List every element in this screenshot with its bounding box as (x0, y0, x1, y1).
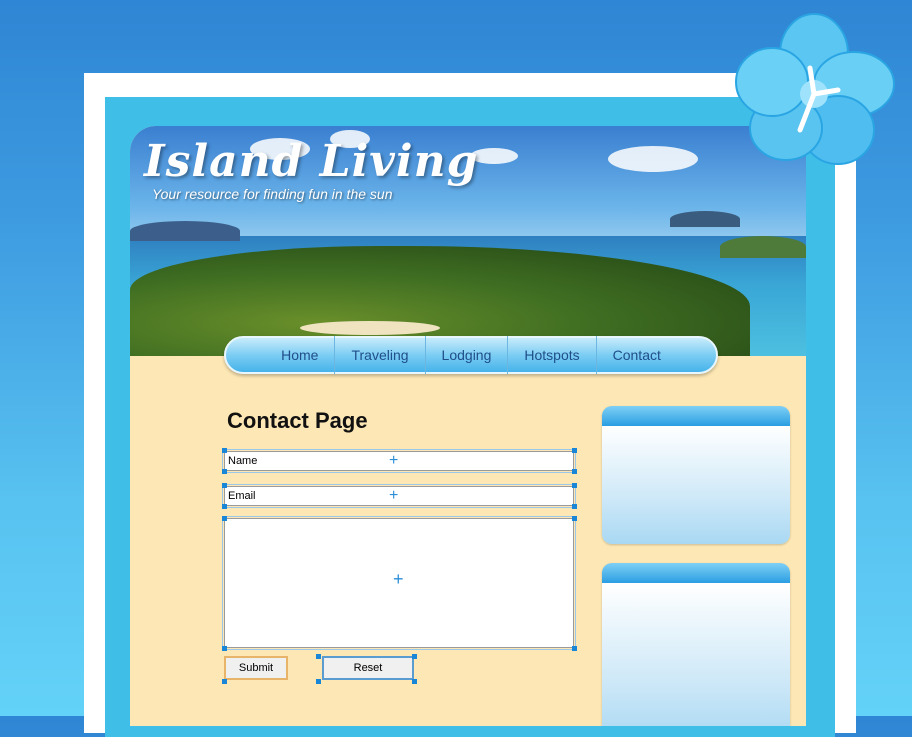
selection-handle[interactable] (412, 654, 417, 659)
hibiscus-flower-icon (735, 13, 895, 165)
crosshair-icon: + (389, 452, 399, 469)
name-field-text: Name (228, 455, 258, 467)
nav-traveling[interactable]: Traveling (334, 336, 424, 374)
selection-handle[interactable] (412, 679, 417, 684)
crosshair-icon: + (389, 487, 399, 504)
reset-button[interactable]: Reset (322, 656, 414, 680)
site-logo-title: Island Living (144, 136, 479, 187)
main-navigation: Home Traveling Lodging Hotspots Contact (224, 336, 718, 374)
sidebar-box-header (602, 406, 790, 426)
distant-island (130, 221, 240, 241)
email-field[interactable]: Email + (222, 484, 576, 508)
website-page: Island Living Your resource for finding … (130, 126, 806, 726)
nav-contact[interactable]: Contact (595, 336, 677, 374)
crosshair-icon: + (393, 569, 404, 589)
header-banner: Island Living Your resource for finding … (130, 126, 806, 356)
selection-handle[interactable] (222, 679, 227, 684)
cloud (608, 146, 698, 172)
nav-hotspots[interactable]: Hotspots (507, 336, 595, 374)
submit-button[interactable]: Submit (224, 656, 288, 680)
selection-handle[interactable] (572, 646, 577, 651)
selection-handle[interactable] (572, 483, 577, 488)
selection-handle[interactable] (222, 516, 227, 521)
selection-handle[interactable] (572, 448, 577, 453)
selection-handle[interactable] (572, 516, 577, 521)
selection-handle[interactable] (316, 654, 321, 659)
nav-lodging[interactable]: Lodging (424, 336, 508, 374)
selection-handle[interactable] (572, 504, 577, 509)
email-field-text: Email (228, 490, 256, 502)
message-textarea[interactable]: + (222, 516, 576, 650)
distant-island (720, 236, 806, 258)
name-field[interactable]: Name + (222, 449, 576, 473)
selection-handle[interactable] (222, 483, 227, 488)
selection-handle[interactable] (222, 469, 227, 474)
selection-handle[interactable] (222, 646, 227, 651)
sidebar-box-header (602, 563, 790, 583)
site-tagline: Your resource for finding fun in the sun (152, 186, 393, 202)
selection-handle[interactable] (222, 448, 227, 453)
sidebar-box-body (602, 426, 790, 544)
sidebar-box-2 (602, 563, 790, 726)
beach (300, 321, 440, 335)
selection-handle[interactable] (316, 679, 321, 684)
selection-handle[interactable] (572, 469, 577, 474)
sidebar-box-1 (602, 406, 790, 544)
page-title: Contact Page (227, 408, 368, 433)
nav-home[interactable]: Home (265, 336, 334, 374)
selection-handle[interactable] (222, 504, 227, 509)
sidebar-box-body (602, 583, 790, 726)
distant-island (670, 211, 740, 227)
